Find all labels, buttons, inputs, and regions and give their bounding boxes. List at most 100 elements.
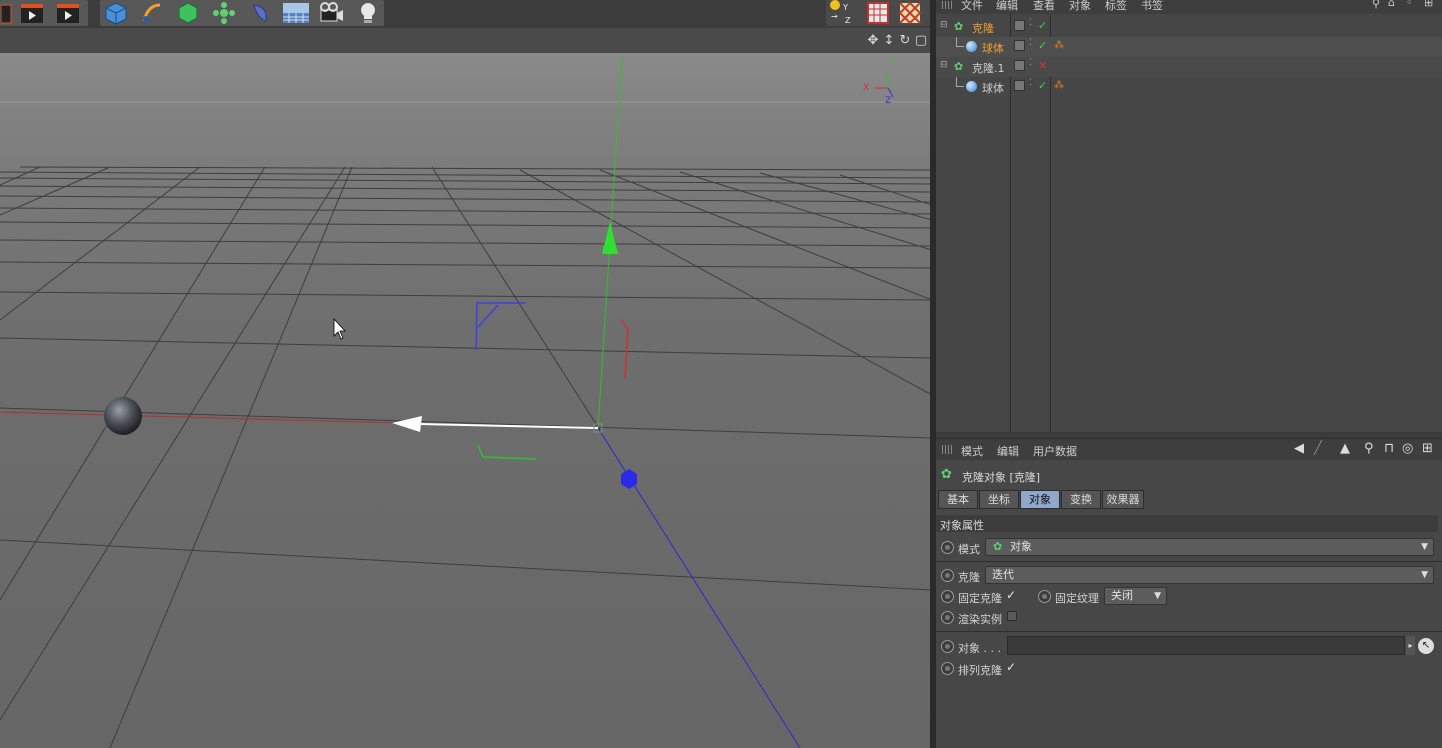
texture-grid-icon[interactable] xyxy=(862,0,894,26)
object-link-animate-radio[interactable] xyxy=(941,640,954,653)
render-instances-animate-radio[interactable] xyxy=(941,611,954,624)
visibility-dots-icon[interactable]: ⁚ xyxy=(1029,78,1032,88)
cloner-icon: ✿ xyxy=(954,20,964,33)
forward-arrow-icon[interactable]: ╱ xyxy=(1314,441,1322,456)
sphere-object[interactable] xyxy=(104,397,142,435)
tree-row-cloner[interactable]: ⊟ ✿ 克隆 ⁚ ✓ xyxy=(936,17,1442,37)
viewport-header: ✥ ↕ ↻ ▢ xyxy=(0,28,932,53)
svg-text:Z: Z xyxy=(845,16,851,25)
tab-coordinates[interactable]: 坐标 xyxy=(979,490,1019,509)
3d-viewport[interactable]: Y X Z xyxy=(0,53,932,748)
move-view-icon[interactable]: ✥ xyxy=(866,34,880,48)
cloner-icon[interactable] xyxy=(208,0,240,26)
mode-label: 模式 xyxy=(958,543,980,556)
pen-spline-icon[interactable] xyxy=(136,0,168,26)
eye-icon[interactable]: ◦ xyxy=(1406,0,1413,9)
menu-tags[interactable]: 标签 xyxy=(1105,0,1127,13)
checker-material-icon[interactable] xyxy=(894,0,926,26)
layer-icon[interactable] xyxy=(1014,40,1025,51)
tab-transform[interactable]: 变换 xyxy=(1061,490,1101,509)
main-toolbar: Y → Z xyxy=(0,0,932,28)
layer-icon[interactable] xyxy=(1014,60,1025,71)
toggle-view-icon[interactable]: ▢ xyxy=(914,34,928,48)
zoom-view-icon[interactable]: ↕ xyxy=(882,34,896,48)
layer-icon[interactable] xyxy=(1014,80,1025,91)
visibility-dots-icon[interactable]: ⁚ xyxy=(1029,58,1032,68)
cube-icon[interactable] xyxy=(100,0,132,26)
new-panel-icon[interactable]: ⊞ xyxy=(1424,0,1433,9)
tree-row-cloner-1[interactable]: ⊟ ✿ 克隆.1 ⁚ ✕ xyxy=(936,57,1442,77)
fix-texture-dropdown[interactable]: 关闭 ▼ xyxy=(1104,587,1167,605)
enabled-check-icon[interactable]: ✓ xyxy=(1038,79,1047,92)
phong-tag-icon[interactable]: ⁂ xyxy=(1054,80,1064,91)
picker-icon[interactable]: ↖ xyxy=(1418,638,1434,654)
object-link-label: 对象 . . . xyxy=(958,642,1001,655)
menu-user-data[interactable]: 用户数据 xyxy=(1033,443,1077,459)
object-link-field[interactable] xyxy=(1007,636,1405,655)
clone-dropdown[interactable]: 迭代 ▼ xyxy=(985,566,1434,584)
collapse-icon[interactable]: ⊟ xyxy=(940,20,948,30)
section-title: 对象属性 xyxy=(940,519,984,532)
tree-item-label: 克隆.1 xyxy=(972,62,1005,75)
visibility-dots-icon[interactable]: ⁚ xyxy=(1029,38,1032,48)
render-settings-icon[interactable] xyxy=(52,0,84,26)
chevron-down-icon: ▼ xyxy=(1421,570,1428,580)
panel-grip-icon[interactable] xyxy=(942,445,952,454)
search-icon[interactable]: ⚲ xyxy=(1364,441,1374,456)
rotate-view-icon[interactable]: ↻ xyxy=(898,34,912,48)
arrange-clones-label: 排列克隆 xyxy=(958,664,1002,677)
deformer-icon[interactable] xyxy=(244,0,276,26)
phong-tag-icon[interactable]: ⁂ xyxy=(1054,40,1064,51)
menu-edit[interactable]: 编辑 xyxy=(997,443,1019,459)
mode-dropdown[interactable]: ✿ 对象 ▼ xyxy=(985,538,1434,556)
tab-object[interactable]: 对象 xyxy=(1020,490,1060,509)
menu-file[interactable]: 文件 xyxy=(961,0,983,13)
render-instances-checkbox[interactable] xyxy=(1007,611,1017,621)
light-bulb-icon[interactable] xyxy=(352,0,384,26)
clone-label: 克隆 xyxy=(958,571,980,584)
arrange-clones-checkbox[interactable]: ✓ xyxy=(1006,661,1017,673)
mode-animate-radio[interactable] xyxy=(941,541,954,554)
clone-animate-radio[interactable] xyxy=(941,569,954,582)
camera-icon[interactable] xyxy=(316,0,348,26)
fix-texture-animate-radio[interactable] xyxy=(1038,590,1051,603)
menu-view[interactable]: 查看 xyxy=(1033,0,1055,13)
subdivision-surface-icon[interactable] xyxy=(172,0,204,26)
axis-y-label: Y xyxy=(890,56,896,66)
home-icon[interactable]: ⌂ xyxy=(1388,0,1395,9)
menu-object[interactable]: 对象 xyxy=(1069,0,1091,13)
tree-row-sphere[interactable]: 球体 ⁚ ✓ ⁂ xyxy=(936,37,1442,57)
floor-plane-icon[interactable] xyxy=(280,0,312,26)
attribute-manager-menu: 模式 编辑 用户数据 ◀ ╱ ▲ ⚲ ⊓ ◎ ⊞ xyxy=(936,438,1442,460)
tree-row-sphere-2[interactable]: 球体 ⁚ ✓ ⁂ xyxy=(936,77,1442,97)
axis-xyz-icon[interactable]: Y → Z xyxy=(826,0,858,26)
fix-texture-value: 关闭 xyxy=(1111,589,1133,602)
expand-arrow-icon[interactable]: ▸ xyxy=(1406,636,1415,655)
menu-mode[interactable]: 模式 xyxy=(961,443,983,459)
disabled-cross-icon[interactable]: ✕ xyxy=(1038,59,1047,72)
up-arrow-icon[interactable]: ▲ xyxy=(1340,441,1350,456)
layer-icon[interactable] xyxy=(1014,20,1025,31)
menu-edit[interactable]: 编辑 xyxy=(996,0,1018,13)
render-to-picture-viewer-icon[interactable] xyxy=(16,0,48,26)
enabled-check-icon[interactable]: ✓ xyxy=(1038,39,1047,52)
tab-basic[interactable]: 基本 xyxy=(938,490,978,509)
fix-clone-animate-radio[interactable] xyxy=(941,590,954,603)
clone-value: 迭代 xyxy=(992,568,1014,581)
panel-grip-icon[interactable] xyxy=(942,1,952,9)
arrange-clones-animate-radio[interactable] xyxy=(941,662,954,675)
render-active-view-icon[interactable] xyxy=(0,0,14,26)
enabled-check-icon[interactable]: ✓ xyxy=(1038,19,1047,32)
object-manager-menu: 文件 编辑 查看 对象 标签 书签 ⚲ ⌂ ◦ ⊞ xyxy=(936,0,1442,14)
new-panel-icon[interactable]: ⊞ xyxy=(1422,441,1433,456)
tab-effectors[interactable]: 效果器 xyxy=(1102,490,1144,509)
target-icon[interactable]: ◎ xyxy=(1402,441,1413,456)
viewport-canvas xyxy=(0,54,932,748)
visibility-dots-icon[interactable]: ⁚ xyxy=(1029,18,1032,28)
fix-clone-checkbox[interactable]: ✓ xyxy=(1006,589,1017,601)
search-icon[interactable]: ⚲ xyxy=(1372,0,1380,10)
back-arrow-icon[interactable]: ◀ xyxy=(1294,441,1304,456)
collapse-icon[interactable]: ⊟ xyxy=(940,60,948,70)
lock-icon[interactable]: ⊓ xyxy=(1384,441,1394,456)
menu-bookmarks[interactable]: 书签 xyxy=(1141,0,1163,13)
